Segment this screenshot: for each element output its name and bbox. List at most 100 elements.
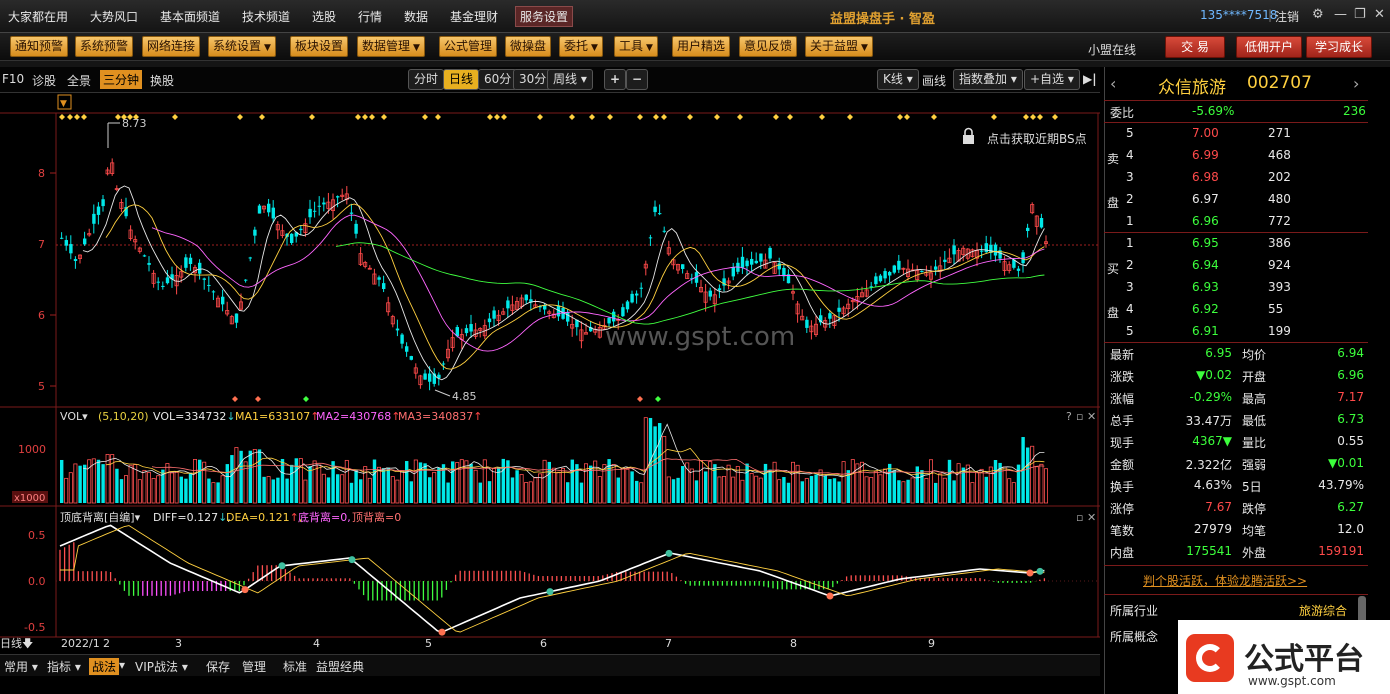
stat-label: 金额: [1110, 458, 1135, 472]
bs-marker: [369, 114, 375, 120]
online-assistant[interactable]: 小盟在线: [1088, 41, 1136, 58]
kline-dropdown[interactable]: K线 ▾: [877, 69, 919, 90]
learn-button[interactable]: 学习成长: [1306, 36, 1373, 58]
volume-bar: [326, 477, 331, 503]
candle-body: [506, 300, 510, 309]
menu-item-market[interactable]: 行情: [358, 8, 382, 25]
stock-code: 002707: [1247, 73, 1312, 93]
f10-tab[interactable]: F10: [2, 72, 24, 86]
block-settings-button[interactable]: 板块设置: [290, 36, 349, 57]
stat-value: 6.96: [1337, 368, 1364, 382]
period-label[interactable]: 日线🡇: [0, 636, 33, 650]
close-icon[interactable]: ✕: [1374, 7, 1385, 22]
open-account-button[interactable]: 低佣开户: [1236, 36, 1303, 58]
notify-alert-button[interactable]: 通知预警: [10, 36, 69, 57]
prev-stock-icon[interactable]: ‹: [1110, 74, 1116, 93]
volume-bar: [290, 464, 294, 503]
volume-bar: [437, 467, 441, 503]
sell-order-volume: 468: [1268, 148, 1291, 162]
system-settings-button[interactable]: 系统设置 ▼: [208, 36, 276, 57]
overview-tab[interactable]: 全景: [67, 72, 91, 89]
zoom-in-button[interactable]: +: [604, 69, 627, 90]
stat-value: 0.55: [1337, 434, 1364, 448]
restore-icon[interactable]: ▫: [1076, 410, 1083, 423]
candle-body: [101, 199, 105, 207]
tools-button[interactable]: 工具 ▼: [614, 36, 658, 57]
standard-tab[interactable]: 标准: [283, 658, 307, 675]
expand-icon[interactable]: ▶|: [1083, 72, 1097, 86]
menu-item-service-settings[interactable]: 服务设置: [515, 6, 574, 27]
menu-item-data[interactable]: 数据: [404, 8, 428, 25]
minimize-icon[interactable]: —: [1334, 7, 1347, 22]
lock-icon[interactable]: [963, 127, 974, 145]
strategy-dropdown-icon[interactable]: ▾: [119, 658, 125, 672]
vol-label[interactable]: VOL▾: [60, 410, 88, 423]
menu-item-fundamental[interactable]: 基本面频道: [160, 8, 220, 25]
strategy-menu[interactable]: 战法: [89, 658, 120, 675]
menu-item-technical[interactable]: 技术频道: [242, 8, 290, 25]
feedback-button[interactable]: 意见反馈: [739, 36, 798, 57]
volume-bar: [662, 436, 667, 504]
period-daily[interactable]: 日线: [443, 69, 480, 90]
bs-marker: [773, 114, 779, 120]
maximize-icon[interactable]: ❐: [1354, 7, 1366, 22]
menu-item-fund[interactable]: 基金理财: [450, 8, 498, 25]
manage-button[interactable]: 管理: [242, 658, 266, 675]
network-button[interactable]: 网络连接: [142, 36, 201, 57]
formula-management-button[interactable]: 公式管理: [439, 36, 498, 57]
close-panel-icon[interactable]: ✕: [1087, 410, 1096, 423]
logout-link[interactable]: 注销: [1275, 8, 1299, 25]
ma-line: [335, 242, 1045, 325]
switch-stock-tab[interactable]: 换股: [150, 72, 174, 89]
data-management-button[interactable]: 数据管理 ▼: [357, 36, 425, 57]
help-icon[interactable]: ?: [1066, 410, 1072, 423]
stat-label: 现手: [1110, 436, 1135, 450]
volume-bars: [60, 417, 1049, 504]
bs-hint-link[interactable]: 点击获取近期BS点: [987, 132, 1087, 146]
settings-icon[interactable]: ⚙: [1312, 7, 1324, 22]
diagnose-tab[interactable]: 诊股: [32, 72, 56, 89]
close-panel-icon[interactable]: ✕: [1087, 511, 1096, 524]
add-watchlist-dropdown[interactable]: +自选 ▾: [1024, 69, 1080, 90]
account-id[interactable]: 135****7518: [1200, 8, 1277, 22]
index-overlay-dropdown[interactable]: 指数叠加 ▾: [953, 69, 1023, 90]
period-weekly[interactable]: 周线 ▾: [547, 69, 593, 90]
draw-line-button[interactable]: 画线: [922, 72, 946, 89]
system-alert-button[interactable]: 系统预警: [75, 36, 134, 57]
volume-bar: [96, 459, 101, 503]
chart-area[interactable]: ▼ www.gspt.com 点击获取近期BS点 8.73 4.85 8 7 6…: [0, 93, 1100, 654]
x-tick-label: 2022/1: [61, 637, 100, 650]
volume-bar: [1002, 466, 1007, 504]
menu-item-trend[interactable]: 大势风口: [90, 8, 138, 25]
volume-bar: [64, 477, 69, 504]
promo-link[interactable]: 判个股活跃，体验龙腾活跃>>: [1143, 572, 1307, 589]
classic-tab[interactable]: 益盟经典: [316, 658, 364, 675]
volume-bar: [216, 482, 220, 503]
menu-item-popular[interactable]: 大家都在用: [8, 8, 68, 25]
stat-label: 5日: [1242, 480, 1262, 494]
candle-body: [630, 293, 634, 303]
trade-button[interactable]: 交 易: [1165, 36, 1225, 58]
period-60min[interactable]: 60分: [478, 69, 518, 90]
save-button[interactable]: 保存: [206, 658, 230, 675]
candle-body: [428, 373, 432, 382]
restore-icon[interactable]: ▫: [1076, 511, 1083, 524]
low-marker-line: [434, 389, 451, 397]
period-intraday[interactable]: 分时: [408, 69, 445, 90]
bs-marker: [1037, 114, 1043, 120]
y-tick-label: 8: [38, 167, 45, 180]
micro-trade-button[interactable]: 微操盘: [505, 36, 552, 57]
three-minute-tab[interactable]: 三分钟: [100, 70, 143, 89]
menu-item-stock-picking[interactable]: 选股: [312, 8, 336, 25]
about-button[interactable]: 关于益盟 ▼: [805, 36, 873, 57]
industry-value[interactable]: 旅游综合: [1299, 602, 1347, 619]
macd-label[interactable]: 顶底背离[自编]▾: [60, 510, 141, 524]
common-menu[interactable]: 常用 ▾: [4, 658, 38, 675]
indicator-menu[interactable]: 指标 ▾: [47, 658, 81, 675]
next-stock-icon[interactable]: ›: [1353, 74, 1359, 93]
user-picks-button[interactable]: 用户精选: [672, 36, 731, 57]
vip-strategy-menu[interactable]: VIP战法 ▾: [135, 658, 188, 675]
zoom-out-button[interactable]: −: [626, 69, 649, 90]
bs-marker: [569, 114, 575, 120]
order-button[interactable]: 委托 ▼: [559, 36, 603, 57]
